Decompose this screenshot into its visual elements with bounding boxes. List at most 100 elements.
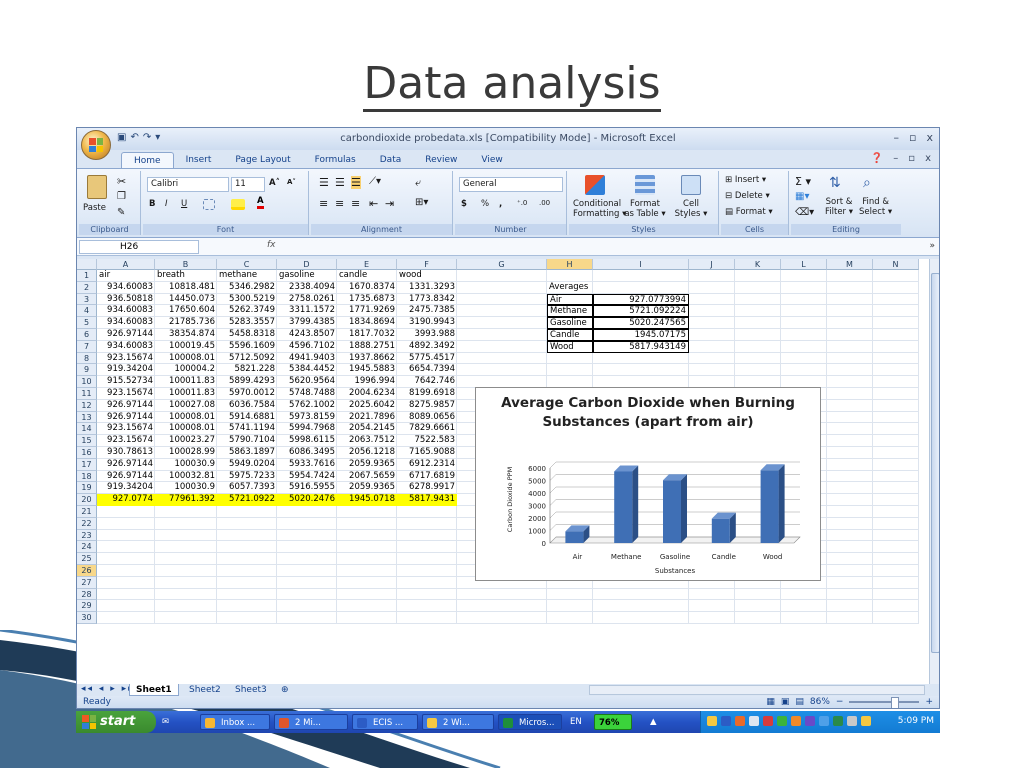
grid-cell[interactable] [735,317,781,329]
grid-cell[interactable] [217,565,277,577]
grid-cell[interactable] [457,305,547,318]
row-header-21[interactable]: 21 [77,506,97,518]
data-cell[interactable]: 6654.7394 [397,364,457,376]
grid-cell[interactable] [873,506,919,518]
row-header-28[interactable]: 28 [77,588,97,601]
vertical-scrollbar[interactable] [929,259,939,684]
data-cell[interactable]: 2056.1218 [337,447,397,459]
find-select-icon[interactable]: ⌕ [863,175,871,191]
grid-cell[interactable] [735,293,781,306]
column-header-j[interactable]: J [689,259,735,270]
grid-cell[interactable] [827,541,873,554]
office-button[interactable] [81,130,111,160]
grid-cell[interactable] [827,517,873,530]
grid-cell[interactable] [457,317,547,329]
grid-cell[interactable] [397,576,457,589]
data-cell[interactable]: 1735.6873 [337,294,397,306]
data-cell[interactable]: 3311.1572 [277,305,337,317]
tray-network-icon[interactable] [721,716,731,726]
grid-cell[interactable] [781,317,827,329]
grid-cell[interactable] [689,281,735,294]
grid-cell[interactable] [781,329,827,341]
data-cell[interactable]: 5933.7616 [277,459,337,471]
column-label-cell[interactable]: air [97,270,155,282]
grid-cell[interactable] [277,588,337,601]
grid-cell[interactable] [873,376,919,388]
grid-cell[interactable] [827,411,873,424]
grid-cell[interactable] [873,281,919,294]
tab-page-layout[interactable]: Page Layout [223,152,302,168]
data-cell[interactable]: 21785.736 [155,317,217,329]
grid-cell[interactable] [827,376,873,388]
data-cell[interactable]: 7642.746 [397,376,457,388]
data-cell[interactable]: 5954.7424 [277,471,337,483]
grid-cell[interactable] [873,352,919,365]
data-cell[interactable]: 1771.9269 [337,305,397,317]
data-cell[interactable]: 8089.0656 [397,412,457,424]
grid-cell[interactable] [547,352,593,365]
data-cell[interactable]: 3190.9943 [397,317,457,329]
battery-indicator[interactable]: 76% [594,714,632,730]
grid-cell[interactable] [781,352,827,365]
row-header-18[interactable]: 18 [77,470,97,483]
grid-cell[interactable] [155,576,217,589]
column-header-f[interactable]: F [397,259,457,270]
average-cell[interactable]: 5020.2476 [277,494,337,506]
conditional-formatting-button[interactable]: Conditional Formatting ▾ [573,199,626,219]
row-header-5[interactable]: 5 [77,317,97,329]
data-cell[interactable]: 100008.01 [155,412,217,424]
grid-cell[interactable] [689,600,735,613]
align-middle-icon[interactable]: ☰ [335,176,345,189]
row-header-10[interactable]: 10 [77,376,97,388]
data-cell[interactable]: 100019.45 [155,341,217,353]
grid-cell[interactable] [217,588,277,601]
grid-cell[interactable] [217,576,277,589]
averages-label-cell[interactable]: Wood [547,340,593,353]
grid-cell[interactable] [827,435,873,447]
grid-cell[interactable] [97,600,155,613]
grid-cell[interactable] [155,600,217,613]
expand-formula-bar-icon[interactable]: » [929,241,935,251]
grid-cell[interactable] [97,576,155,589]
minimize-button[interactable]: – [894,131,900,144]
data-cell[interactable]: 934.60083 [97,317,155,329]
data-cell[interactable]: 1945.5883 [337,364,397,376]
grid-cell[interactable] [827,270,873,282]
row-header-19[interactable]: 19 [77,482,97,495]
grid-cell[interactable] [827,447,873,459]
data-cell[interactable]: 5863.1897 [217,447,277,459]
grid-cell[interactable] [397,541,457,554]
grid-cell[interactable] [397,553,457,565]
row-header-12[interactable]: 12 [77,399,97,412]
column-header-n[interactable]: N [873,259,919,270]
align-center-icon[interactable]: ≡ [335,197,344,210]
format-as-table-button[interactable]: Format as Table ▾ [623,199,667,219]
column-header-d[interactable]: D [277,259,337,270]
tab-view[interactable]: View [469,152,514,168]
data-cell[interactable]: 6912.2314 [397,459,457,471]
paste-button[interactable]: Paste [83,203,106,213]
data-cell[interactable]: 926.97144 [97,471,155,483]
grid-cell[interactable] [873,458,919,471]
data-cell[interactable]: 100030.9 [155,482,217,494]
data-cell[interactable]: 1817.7032 [337,329,397,341]
tray-security-icon[interactable] [763,716,773,726]
grid-cell[interactable] [873,600,919,613]
fill-icon[interactable]: ▦▾ [795,191,809,202]
grid-cell[interactable] [277,565,337,577]
grid-cell[interactable] [593,281,689,294]
grid-cell[interactable] [827,565,873,577]
row-header-2[interactable]: 2 [77,281,97,294]
grid-cell[interactable] [735,612,781,624]
grid-cell[interactable] [337,576,397,589]
grid-cell[interactable] [337,588,397,601]
sheet-tab-sheet2[interactable]: Sheet2 [183,684,227,696]
cell-styles-button[interactable]: Cell Styles ▾ [671,199,711,219]
grid-cell[interactable] [217,600,277,613]
grid-cell[interactable] [217,506,277,518]
percent-button[interactable]: % [481,199,489,209]
grid-cell[interactable] [873,565,919,577]
data-cell[interactable]: 1834.8694 [337,317,397,329]
grid-cell[interactable] [277,553,337,565]
tab-review[interactable]: Review [413,152,469,168]
